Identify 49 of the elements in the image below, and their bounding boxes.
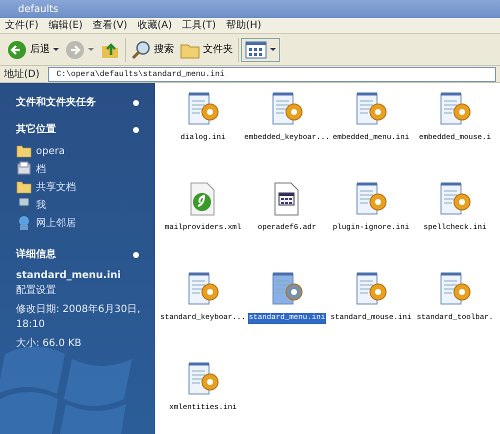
modified-date: 修改日期: 2008年6月30日, 18:10: [16, 302, 142, 332]
menu-item[interactable]: 文件(F): [0, 17, 44, 34]
notepad-gear-icon: [438, 271, 472, 307]
address-label: 地址(D): [4, 68, 40, 82]
notepad-gear-icon: [354, 271, 388, 307]
collapse-button[interactable]: [133, 252, 139, 258]
notepad-gear-icon: [438, 181, 472, 217]
address-field[interactable]: C:\opera\defaults\standard_menu.ini: [48, 66, 496, 82]
computer-icon: [16, 197, 32, 213]
views-button[interactable]: [241, 38, 280, 62]
network-icon: [16, 215, 32, 231]
menu-item[interactable]: 工具(T): [177, 17, 221, 34]
notepad-gear-icon: [270, 271, 304, 307]
folders-button[interactable]: 文件夹: [177, 38, 236, 60]
notepad-gear-icon: [186, 271, 220, 307]
sidebar-link[interactable]: 共享文档: [16, 179, 147, 195]
sidebar-link[interactable]: 我: [16, 197, 147, 213]
menu-item[interactable]: 编辑(E): [44, 17, 88, 34]
section-title: 其它位置: [16, 122, 56, 137]
file-name: standard_menu.ini: [16, 269, 122, 283]
section-title: 文件和文件夹任务: [16, 96, 96, 110]
grid-icon: [245, 40, 267, 58]
folder-icon: [16, 179, 32, 195]
notepad-gear-icon: [438, 91, 472, 127]
notepad-gear-icon: [270, 91, 304, 127]
back-button[interactable]: 后退: [4, 38, 62, 62]
caret-icon: [53, 48, 59, 51]
menu-item[interactable]: 帮助(H): [220, 17, 266, 34]
search-button[interactable]: 搜索: [128, 38, 177, 62]
sidebar-link[interactable]: 档: [16, 161, 147, 177]
menu-item[interactable]: 收藏(A): [132, 17, 177, 34]
search-icon: [131, 40, 151, 60]
window-title: defaults: [0, 0, 500, 18]
caret-icon: [88, 48, 94, 51]
caret-icon: [270, 48, 276, 51]
menu-item[interactable]: 查看(V): [88, 17, 132, 34]
notepad-gear-icon: [354, 91, 388, 127]
sidebar-link[interactable]: 网上邻居: [16, 215, 147, 231]
notepad-gear-icon: [354, 181, 388, 217]
document-icon: [16, 161, 32, 177]
file-size: 大小: 66.0 KB: [16, 336, 82, 351]
collapse-button[interactable]: [133, 100, 139, 106]
file-type: 配置设置: [16, 284, 57, 298]
notepad-gear-icon: [186, 91, 220, 127]
collapse-button[interactable]: [133, 126, 139, 132]
notepad-gear-icon: [186, 361, 220, 397]
sidebar-link[interactable]: opera: [16, 143, 147, 159]
folder-icon: [16, 143, 32, 159]
section-title: 详细信息: [16, 247, 56, 262]
